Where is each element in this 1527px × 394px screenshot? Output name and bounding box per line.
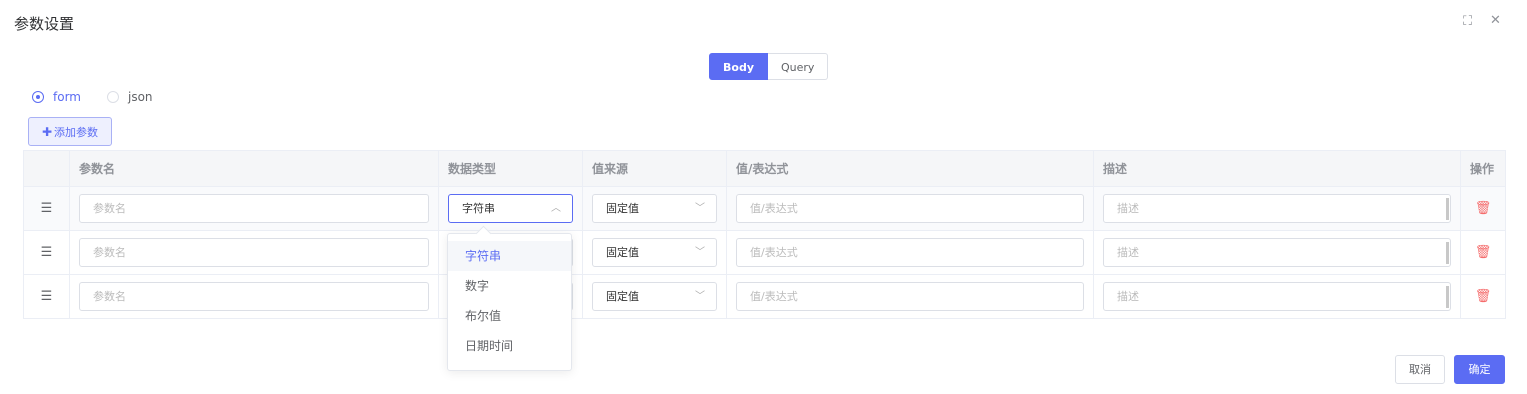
source-select-value: 固定值 (606, 290, 639, 303)
type-select[interactable]: 字符串 ︿ (448, 194, 573, 223)
header-name: 参数名 (69, 150, 439, 187)
param-name-input[interactable]: 参数名 (79, 238, 429, 267)
dialog-title: 参数设置 (14, 15, 75, 33)
drag-handle-icon[interactable]: ☰ (23, 274, 70, 319)
type-option-boolean[interactable]: 布尔值 (448, 301, 571, 331)
expr-input[interactable]: 值/表达式 (736, 282, 1084, 311)
chevron-down-icon: ﹀ (695, 203, 705, 214)
type-option-string[interactable]: 字符串 (448, 241, 571, 271)
add-param-label: 添加参数 (54, 125, 99, 139)
source-select[interactable]: 固定值 ﹀ (592, 238, 717, 267)
radio-json-label: json (127, 90, 153, 104)
format-radio-group: form json (32, 90, 179, 104)
desc-textarea[interactable]: 描述 (1103, 282, 1451, 311)
delete-icon[interactable]: 🗑 (1460, 186, 1506, 231)
header-source: 值来源 (582, 150, 727, 187)
radio-unchecked-icon (106, 91, 119, 103)
table-header-row: 参数名 数据类型 值来源 值/表达式 描述 操作 (23, 150, 1506, 187)
close-icon[interactable]: ✕ (1490, 14, 1501, 28)
header-expr: 值/表达式 (726, 150, 1094, 187)
radio-json[interactable]: json (106, 90, 153, 104)
type-option-datetime[interactable]: 日期时间 (448, 331, 571, 361)
expr-input[interactable]: 值/表达式 (736, 238, 1084, 267)
header-type: 数据类型 (438, 150, 583, 187)
radio-form[interactable]: form (32, 90, 81, 104)
ok-button[interactable]: 确定 (1454, 355, 1505, 384)
fullscreen-icon[interactable]: ⛶ (1463, 15, 1472, 29)
param-name-input[interactable]: 参数名 (79, 194, 429, 223)
drag-handle-icon[interactable]: ☰ (23, 186, 70, 231)
radio-checked-icon (32, 91, 44, 103)
param-name-input[interactable]: 参数名 (79, 282, 429, 311)
source-select-value: 固定值 (606, 202, 639, 215)
radio-form-label: form (53, 90, 81, 104)
add-param-button[interactable]: ✚ 添加参数 (28, 117, 112, 146)
delete-icon[interactable]: 🗑 (1460, 274, 1506, 319)
params-table: 参数名 数据类型 值来源 值/表达式 描述 操作 ☰ 参数名 字符串 ︿ 固定值 ﹀… (23, 150, 1506, 319)
chevron-down-icon: ﹀ (695, 247, 705, 258)
header-desc: 描述 (1093, 150, 1461, 187)
drag-handle-icon[interactable]: ☰ (23, 230, 70, 275)
desc-textarea[interactable]: 描述 (1103, 194, 1451, 223)
tab-query[interactable]: Query (768, 53, 829, 80)
body-query-switch: Body Query (709, 53, 829, 80)
chevron-down-icon: ﹀ (695, 291, 705, 302)
delete-icon[interactable]: 🗑 (1460, 230, 1506, 275)
header-drag (23, 150, 70, 187)
table-row: ☰ 参数名 ﹀ 固定值 ﹀ 值/表达式 描述 🗑 (23, 274, 1506, 319)
source-select[interactable]: 固定值 ﹀ (592, 194, 717, 223)
type-dropdown: 字符串 数字 布尔值 日期时间 (447, 233, 572, 371)
type-select-value: 字符串 (462, 202, 495, 215)
source-select[interactable]: 固定值 ﹀ (592, 282, 717, 311)
expr-input[interactable]: 值/表达式 (736, 194, 1084, 223)
table-row: ☰ 参数名 ﹀ 固定值 ﹀ 值/表达式 描述 🗑 (23, 230, 1506, 275)
source-select-value: 固定值 (606, 246, 639, 259)
chevron-up-icon: ︿ (551, 203, 561, 214)
table-row: ☰ 参数名 字符串 ︿ 固定值 ﹀ 值/表达式 描述 🗑 (23, 186, 1506, 231)
cancel-button[interactable]: 取消 (1395, 355, 1445, 384)
plus-icon: ✚ (41, 124, 53, 139)
type-option-number[interactable]: 数字 (448, 271, 571, 301)
header-action: 操作 (1460, 150, 1506, 187)
tab-body[interactable]: Body (709, 53, 768, 80)
desc-textarea[interactable]: 描述 (1103, 238, 1451, 267)
